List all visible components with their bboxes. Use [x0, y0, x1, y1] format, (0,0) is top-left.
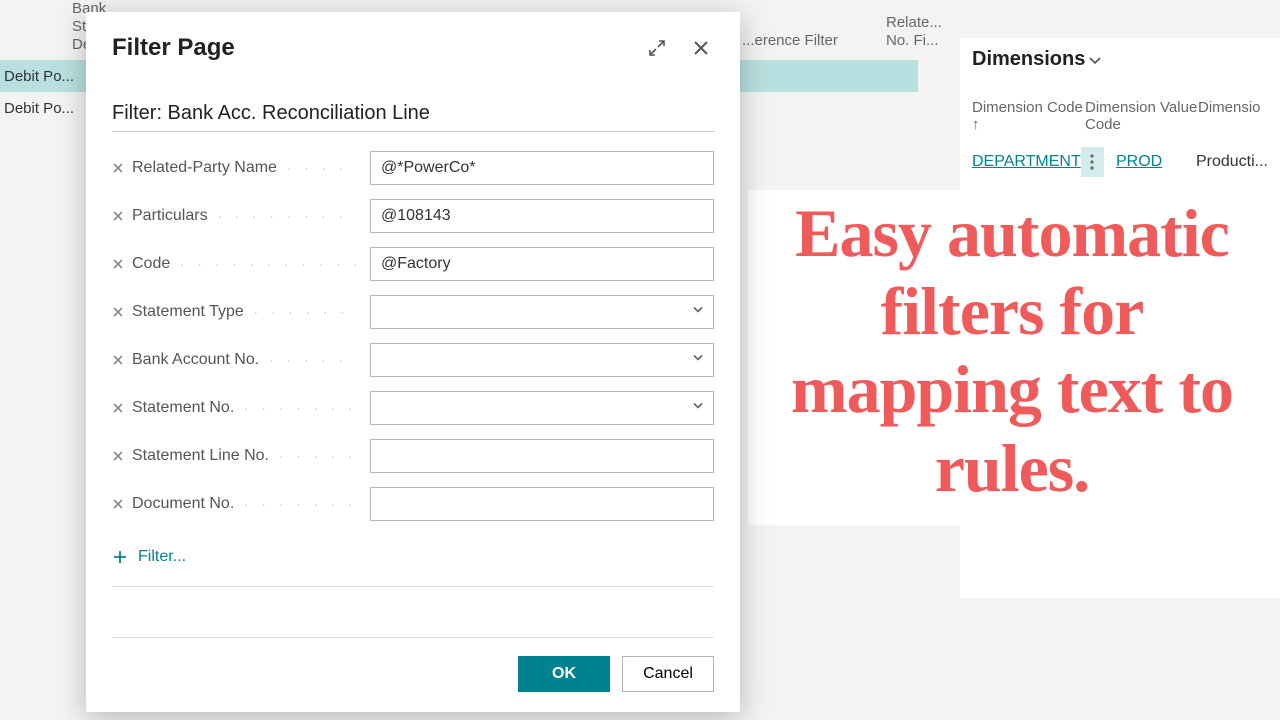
filter-input-wrap [370, 199, 714, 233]
filter-input-wrap [370, 439, 714, 473]
expand-icon[interactable] [644, 35, 670, 61]
bg-col-ref: ...erence Filter [742, 32, 838, 49]
filter-label: Statement Type [132, 303, 244, 321]
filter-row: Particulars · · · · · · · · · · · · · · ·… [112, 198, 714, 234]
dimensions-title-text: Dimensions [972, 48, 1085, 71]
dim-caption: Producti... [1196, 153, 1268, 171]
dialog-footer: OK Cancel [112, 637, 714, 692]
dot-leader: · · · · · · · · · · · · · · · · · · · · … [244, 401, 364, 415]
filter-input-wrap [370, 247, 714, 281]
filter-input-wrap [370, 295, 714, 329]
dialog-title: Filter Page [112, 34, 235, 62]
dot-leader: · · · · · · · · · · · · · · · · · · · · … [269, 353, 364, 367]
close-icon[interactable] [688, 35, 714, 61]
add-filter-button[interactable]: Filter... [112, 548, 186, 566]
dot-leader: · · · · · · · · · · · · · · · · · · · · … [287, 161, 364, 175]
add-filter-label: Filter... [138, 548, 186, 566]
annotation-overlay: Easy automatic filters for mapping text … [748, 190, 1276, 525]
filter-input[interactable] [370, 199, 714, 233]
filter-label: Code [132, 255, 170, 273]
filter-row: Statement Line No. · · · · · · · · · · · … [112, 438, 714, 474]
remove-filter-icon[interactable] [112, 305, 126, 319]
chevron-down-icon [1087, 52, 1103, 68]
filter-select[interactable] [370, 295, 714, 329]
remove-filter-icon[interactable] [112, 353, 126, 367]
plus-icon [112, 549, 128, 565]
filter-row: Code · · · · · · · · · · · · · · · · · · … [112, 246, 714, 282]
remove-filter-icon[interactable] [112, 257, 126, 271]
filter-select[interactable] [370, 343, 714, 377]
chevron-down-icon [691, 351, 705, 365]
dimensions-header-row: Dimension Code ↑ Dimension Value Code Di… [972, 99, 1268, 133]
filter-input-wrap [370, 391, 714, 425]
chevron-down-icon [691, 303, 705, 317]
filter-input[interactable] [370, 439, 714, 473]
dialog-header: Filter Page [112, 34, 714, 62]
filter-label: Document No. [132, 495, 234, 513]
dimensions-data-row[interactable]: DEPARTMENT PROD Producti... [972, 147, 1268, 177]
cancel-button[interactable]: Cancel [622, 656, 714, 692]
dot-leader: · · · · · · · · · · · · · · · · · · · · … [279, 449, 364, 463]
filter-row: Document No. · · · · · · · · · · · · · · … [112, 486, 714, 522]
filter-label: Bank Account No. [132, 351, 259, 369]
filter-section: Filter: Bank Acc. Reconciliation Line Re… [112, 102, 714, 587]
filter-input-wrap [370, 487, 714, 521]
remove-filter-icon[interactable] [112, 449, 126, 463]
dim-value-link[interactable]: PROD [1116, 153, 1196, 171]
filter-label: Statement No. [132, 399, 234, 417]
bg-row-1-text: Debit Po... [4, 100, 74, 117]
filter-label: Statement Line No. [132, 447, 269, 465]
dot-leader: · · · · · · · · · · · · · · · · · · · · … [244, 497, 364, 511]
remove-filter-icon[interactable] [112, 401, 126, 415]
dot-leader: · · · · · · · · · · · · · · · · · · · · … [218, 209, 364, 223]
filter-row: Statement Type · · · · · · · · · · · · · … [112, 294, 714, 330]
filter-label: Related-Party Name [132, 159, 277, 177]
bg-row-0-text: Debit Po... [4, 68, 74, 85]
row-actions-icon[interactable] [1081, 147, 1104, 177]
dim-head-code[interactable]: Dimension Code ↑ [972, 99, 1085, 133]
dim-head-caption[interactable]: Dimensio [1198, 99, 1268, 133]
filter-input[interactable] [370, 487, 714, 521]
dot-leader: · · · · · · · · · · · · · · · · · · · · … [254, 305, 364, 319]
filter-input[interactable] [370, 247, 714, 281]
filter-row: Statement No. · · · · · · · · · · · · · ·… [112, 390, 714, 426]
filter-label: Particulars [132, 207, 208, 225]
filter-page-dialog: Filter Page Filter: Bank Acc. Reconcilia… [86, 12, 740, 712]
filter-input-wrap [370, 151, 714, 185]
filter-input[interactable] [370, 151, 714, 185]
filter-row: Related-Party Name · · · · · · · · · · · … [112, 150, 714, 186]
remove-filter-icon[interactable] [112, 161, 126, 175]
filter-select[interactable] [370, 391, 714, 425]
ok-button[interactable]: OK [518, 656, 610, 692]
filter-row: Bank Account No. · · · · · · · · · · · · … [112, 342, 714, 378]
bg-row-1[interactable]: Debit Po... [0, 92, 74, 124]
bg-col-nofi: No. Fi... [886, 32, 939, 49]
dot-leader: · · · · · · · · · · · · · · · · · · · · … [180, 257, 364, 271]
chevron-down-icon [691, 399, 705, 413]
dim-head-value[interactable]: Dimension Value Code [1085, 99, 1198, 133]
remove-filter-icon[interactable] [112, 209, 126, 223]
bg-col-relate: Relate... [886, 14, 942, 31]
section-divider [112, 586, 714, 587]
dim-code-link[interactable]: DEPARTMENT [972, 153, 1081, 171]
dimensions-title[interactable]: Dimensions [972, 48, 1268, 71]
remove-filter-icon[interactable] [112, 497, 126, 511]
filter-input-wrap [370, 343, 714, 377]
filter-section-heading: Filter: Bank Acc. Reconciliation Line [112, 102, 714, 132]
